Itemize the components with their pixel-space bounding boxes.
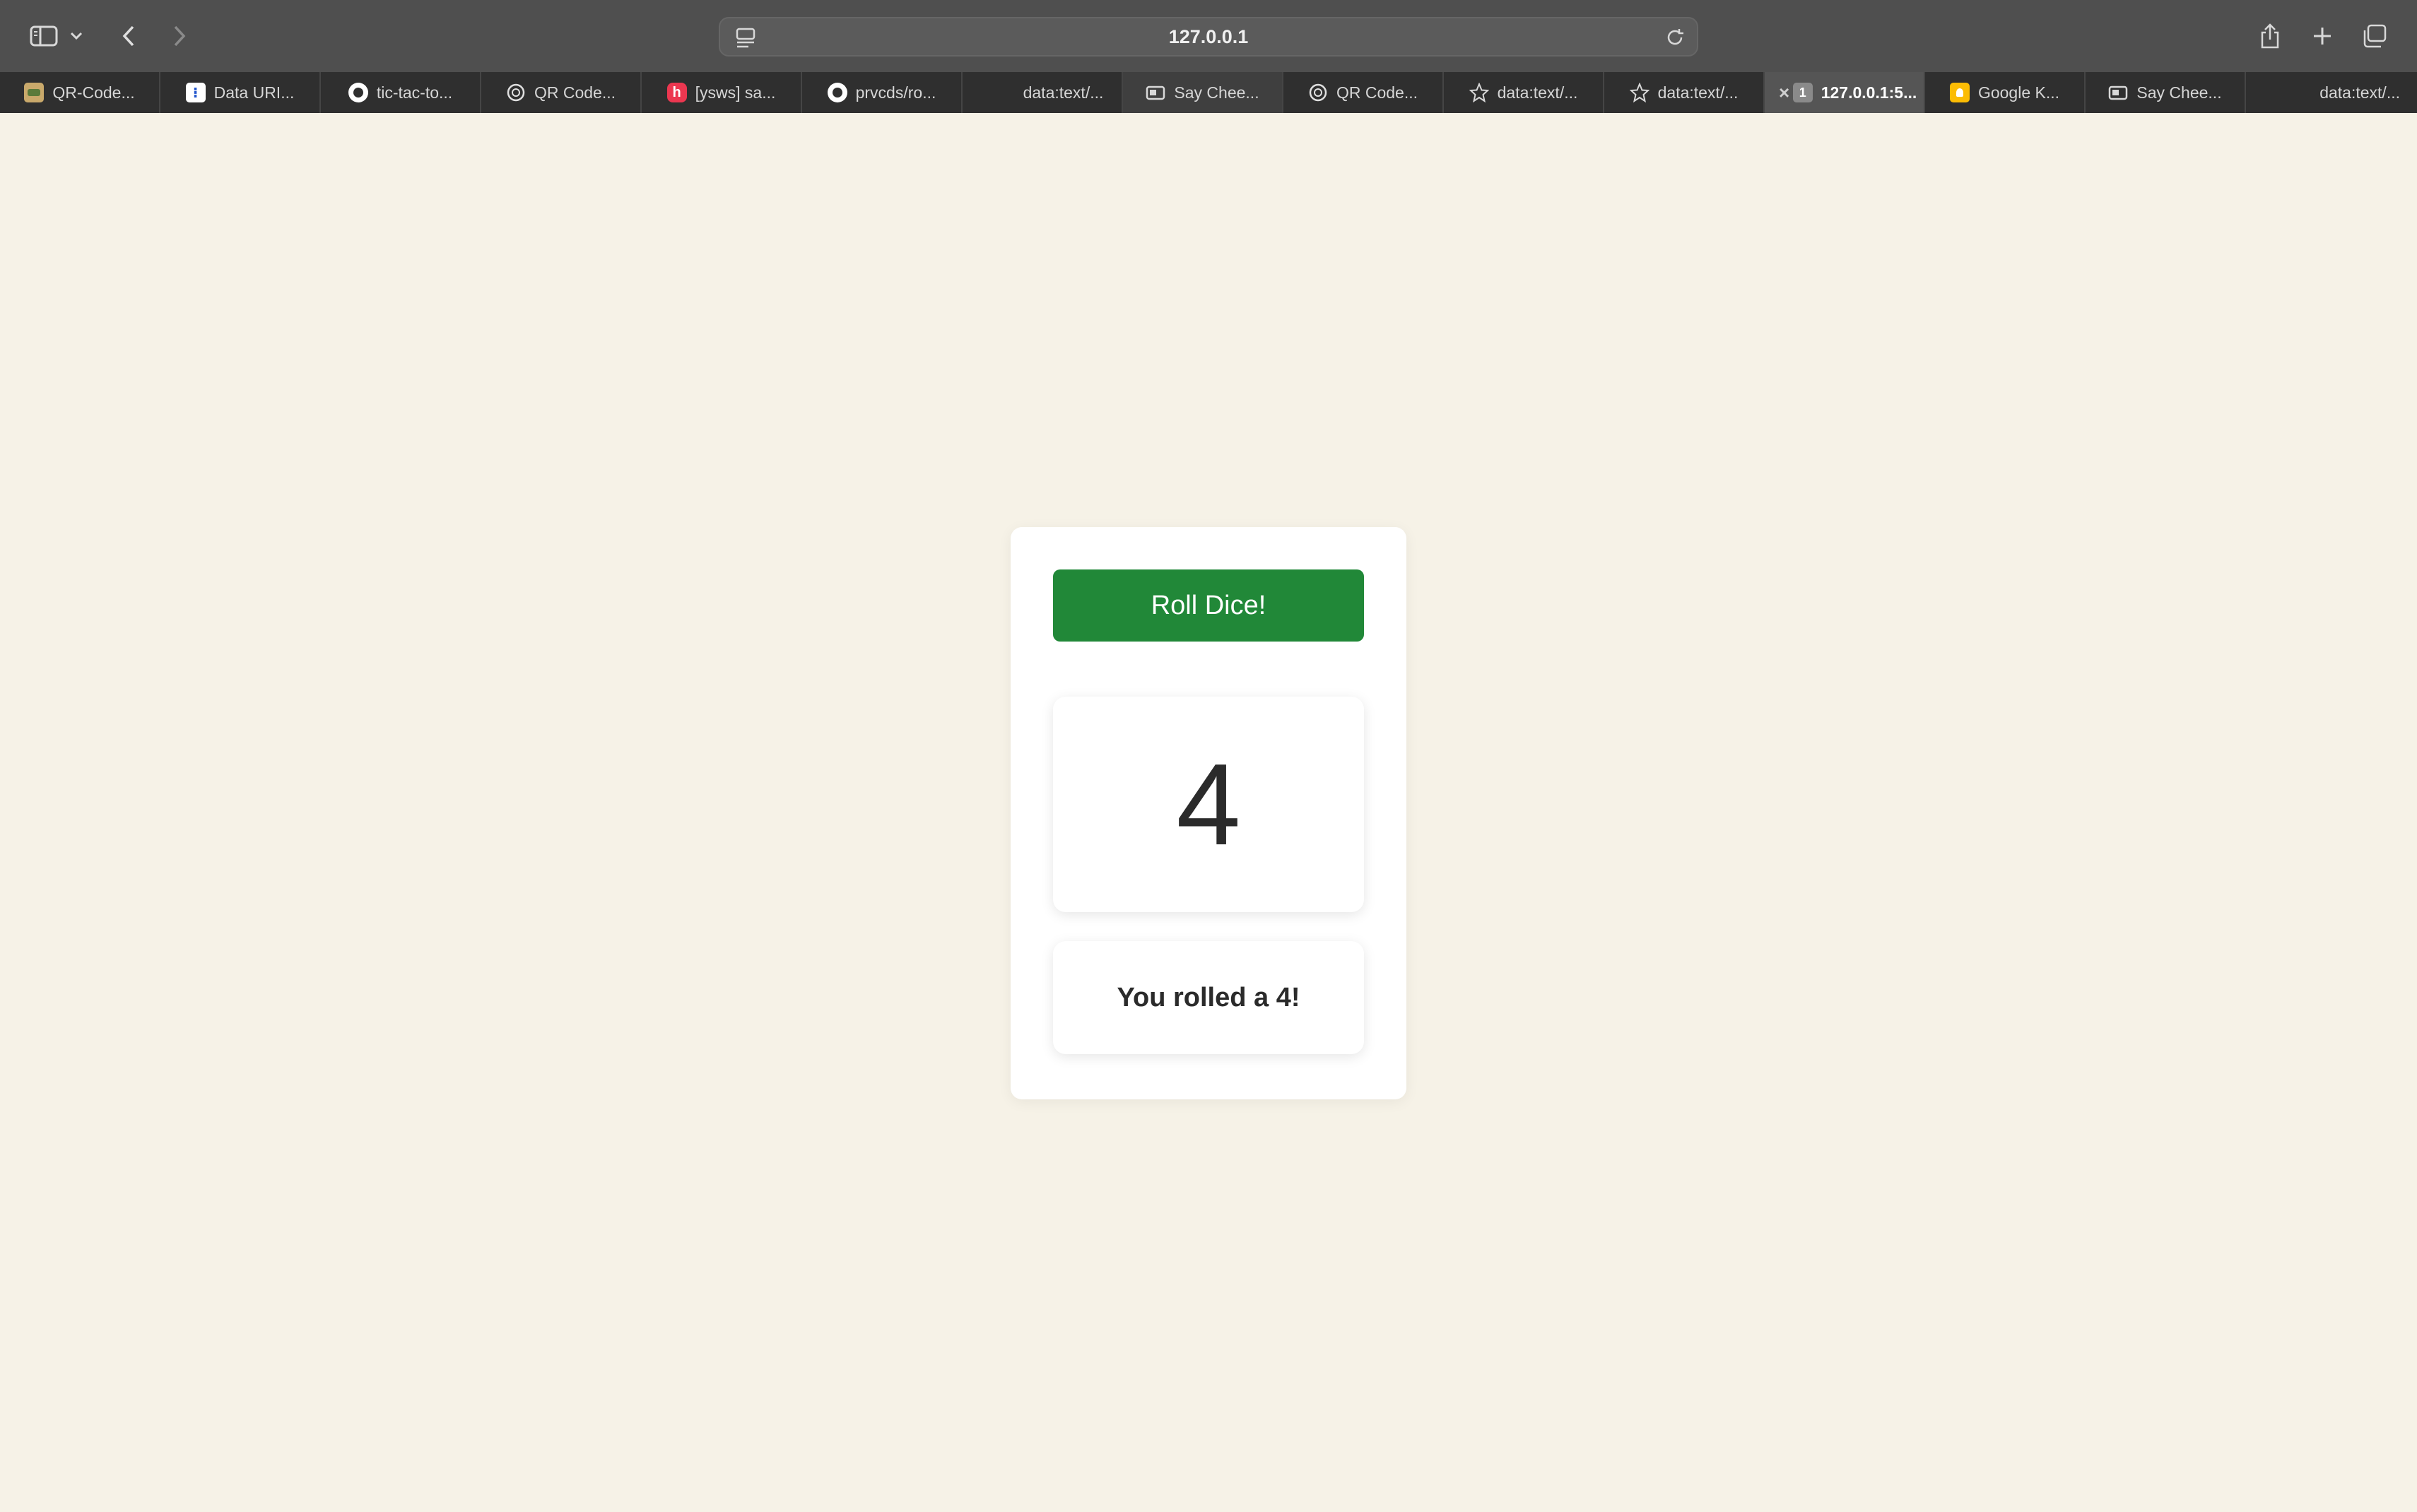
tab-label: data:text/... [2319,83,2400,102]
tab[interactable]: QR Code... [481,72,642,113]
address-text: 127.0.0.1 [1168,25,1249,47]
tab-label: prvcds/ro... [855,83,936,102]
tab-label: Google K... [1977,83,2060,102]
camera-icon [1146,83,1165,102]
result-text: You rolled a 4! [1117,982,1300,1012]
tab-label: QR Code... [1336,83,1418,102]
tab-label: QR-Code... [52,83,135,102]
tab-label: data:text/... [1657,83,1739,102]
forward-icon[interactable] [158,16,201,57]
reload-icon[interactable] [1664,27,1686,52]
hackclub-icon: h [666,83,687,102]
close-icon[interactable]: × [1779,83,1789,102]
star-icon [1469,83,1489,102]
tab-label: Say Chee... [1174,83,1259,102]
tab-overview-icon[interactable] [2353,16,2396,57]
tab-label: QR Code... [534,83,616,102]
qr-code-image-icon [24,83,45,102]
die-display: 4 [1053,697,1364,912]
tab[interactable]: Say Chee... [2086,72,2246,113]
star-icon [1629,83,1649,102]
tab[interactable]: ⁝ Data URI... [160,72,321,113]
tab-label: tic-tac-to... [376,83,453,102]
github-icon [348,83,368,102]
github-icon [827,83,847,102]
share-icon[interactable] [2249,16,2291,57]
tab[interactable]: Google K... [1925,72,2086,113]
tab[interactable]: data:text/... [1604,72,1765,113]
tab[interactable]: data:text/... [963,72,1123,113]
tab-label: Say Chee... [2136,83,2222,102]
tab-strip: QR-Code... ⁝ Data URI... tic-tac-to... Q… [0,72,2417,113]
tab-badge: 1 [1799,85,1806,100]
tab[interactable]: h [ysws] sa... [642,72,802,113]
roll-dice-button[interactable]: Roll Dice! [1053,569,1364,642]
google-keep-icon [1949,83,1970,102]
sidebar-toggle-icon[interactable] [23,16,65,57]
data-uri-icon: ⁝ [185,83,206,102]
page-content: Roll Dice! 4 You rolled a 4! [0,113,2417,1512]
camera-icon [2108,83,2128,102]
tab-label: data:text/... [1497,83,1578,102]
openai-icon [506,83,526,102]
result-panel: You rolled a 4! [1053,941,1364,1054]
tab[interactable]: tic-tac-to... [321,72,481,113]
new-tab-icon[interactable] [2301,16,2344,57]
tab[interactable]: QR Code... [1283,72,1444,113]
page-menu-icon[interactable] [736,28,755,52]
address-bar[interactable]: 127.0.0.1 [719,17,1698,57]
tab-label: Data URI... [213,83,295,102]
browser-toolbar: 127.0.0.1 [0,0,2417,72]
tab[interactable]: QR-Code... [0,72,160,113]
number-one-icon: 1 [1792,83,1813,102]
openai-icon [1308,83,1328,102]
tab[interactable]: data:text/... [2246,72,2417,113]
die-value: 4 [1176,739,1241,869]
back-icon[interactable] [107,16,150,57]
tab-active[interactable]: × 1 127.0.0.1:5... [1765,72,1925,113]
tab[interactable]: Say Chee... [1123,72,1283,113]
tab[interactable]: data:text/... [1444,72,1604,113]
tab[interactable]: prvcds/ro... [802,72,963,113]
tab-label: 127.0.0.1:5... [1821,83,1917,102]
dice-card: Roll Dice! 4 You rolled a 4! [1011,527,1406,1099]
tab-label: data:text/... [1023,83,1104,102]
chevron-down-icon[interactable] [62,16,90,57]
tab-label: [ysws] sa... [695,83,776,102]
